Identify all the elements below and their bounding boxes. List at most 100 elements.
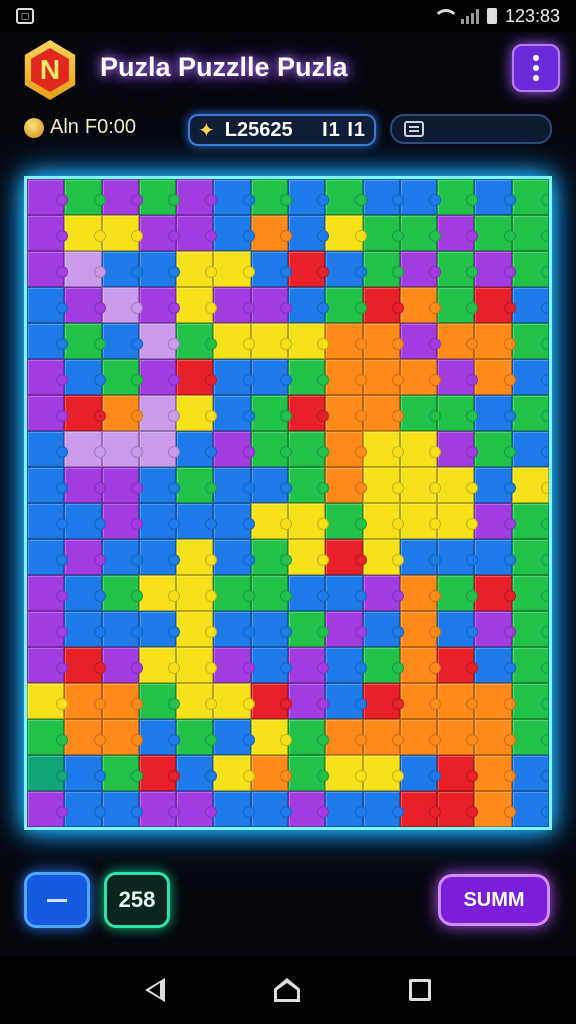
puzzle-piece[interactable] [362,323,405,359]
puzzle-piece[interactable] [362,215,405,251]
puzzle-piece[interactable] [138,467,181,503]
puzzle-piece[interactable] [138,395,181,431]
puzzle-piece[interactable] [437,539,479,575]
puzzle-piece[interactable] [287,575,330,611]
puzzle-piece[interactable] [27,359,69,395]
puzzle-piece[interactable] [399,755,442,791]
puzzle-piece[interactable] [325,287,367,323]
puzzle-piece[interactable] [176,719,218,755]
puzzle-board[interactable] [24,176,552,830]
puzzle-piece[interactable] [437,179,479,215]
puzzle-piece[interactable] [325,395,367,431]
puzzle-piece[interactable] [362,251,405,287]
puzzle-piece[interactable] [213,431,256,467]
puzzle-piece[interactable] [176,287,218,323]
puzzle-piece[interactable] [399,251,442,287]
puzzle-piece[interactable] [101,323,144,359]
puzzle-piece[interactable] [287,755,330,791]
puzzle-piece[interactable] [474,503,517,539]
recent-apps-icon[interactable] [409,979,432,1001]
puzzle-piece[interactable] [213,215,256,251]
puzzle-piece[interactable] [64,647,106,683]
menu-button[interactable] [512,44,560,92]
puzzle-piece[interactable] [474,359,517,395]
puzzle-piece[interactable] [325,431,367,467]
puzzle-piece[interactable] [250,179,293,215]
puzzle-piece[interactable] [27,251,69,287]
puzzle-piece[interactable] [437,323,479,359]
puzzle-piece[interactable] [325,719,367,755]
puzzle-piece[interactable] [511,467,549,503]
puzzle-piece[interactable] [287,179,330,215]
puzzle-piece[interactable] [474,575,517,611]
puzzle-piece[interactable] [437,755,479,791]
puzzle-piece[interactable] [399,539,442,575]
puzzle-piece[interactable] [287,431,330,467]
puzzle-piece[interactable] [437,791,479,827]
puzzle-piece[interactable] [27,611,69,647]
puzzle-piece[interactable] [325,359,367,395]
puzzle-piece[interactable] [474,647,517,683]
puzzle-piece[interactable] [511,575,549,611]
puzzle-piece[interactable] [287,395,330,431]
puzzle-piece[interactable] [101,467,144,503]
puzzle-piece[interactable] [138,611,181,647]
puzzle-piece[interactable] [64,503,106,539]
puzzle-piece[interactable] [362,431,405,467]
puzzle-piece[interactable] [101,431,144,467]
puzzle-piece[interactable] [511,719,549,755]
puzzle-piece[interactable] [474,431,517,467]
puzzle-piece[interactable] [176,395,218,431]
puzzle-piece[interactable] [474,179,517,215]
puzzle-piece[interactable] [250,323,293,359]
puzzle-piece[interactable] [362,359,405,395]
puzzle-piece[interactable] [437,611,479,647]
puzzle-piece[interactable] [325,503,367,539]
puzzle-piece[interactable] [213,395,256,431]
puzzle-piece[interactable] [325,467,367,503]
puzzle-piece[interactable] [325,647,367,683]
puzzle-piece[interactable] [399,575,442,611]
puzzle-piece[interactable] [474,791,517,827]
puzzle-piece[interactable] [437,647,479,683]
puzzle-piece[interactable] [287,791,330,827]
puzzle-piece[interactable] [511,179,549,215]
puzzle-piece[interactable] [27,791,69,827]
puzzle-piece[interactable] [101,179,144,215]
puzzle-piece[interactable] [64,575,106,611]
puzzle-piece[interactable] [325,683,367,719]
puzzle-piece[interactable] [250,611,293,647]
puzzle-piece[interactable] [287,719,330,755]
puzzle-piece[interactable] [27,503,69,539]
puzzle-piece[interactable] [474,287,517,323]
puzzle-piece[interactable] [399,323,442,359]
puzzle-piece[interactable] [511,287,549,323]
puzzle-piece[interactable] [27,323,69,359]
puzzle-piece[interactable] [138,791,181,827]
puzzle-piece[interactable] [101,251,144,287]
puzzle-piece[interactable] [437,251,479,287]
puzzle-piece[interactable] [176,215,218,251]
minus-button[interactable] [24,872,90,928]
puzzle-piece[interactable] [325,323,367,359]
puzzle-piece[interactable] [511,503,549,539]
puzzle-piece[interactable] [176,539,218,575]
puzzle-piece[interactable] [399,719,442,755]
home-icon[interactable] [274,978,300,1002]
puzzle-piece[interactable] [213,539,256,575]
puzzle-piece[interactable] [213,359,256,395]
puzzle-piece[interactable] [64,467,106,503]
puzzle-piece[interactable] [362,287,405,323]
puzzle-piece[interactable] [138,719,181,755]
puzzle-piece[interactable] [437,359,479,395]
puzzle-piece[interactable] [213,251,256,287]
puzzle-piece[interactable] [138,539,181,575]
puzzle-piece[interactable] [64,431,106,467]
puzzle-piece[interactable] [325,611,367,647]
puzzle-piece[interactable] [511,215,549,251]
puzzle-piece[interactable] [362,179,405,215]
puzzle-piece[interactable] [437,395,479,431]
puzzle-piece[interactable] [138,287,181,323]
puzzle-piece[interactable] [511,395,549,431]
puzzle-piece[interactable] [176,791,218,827]
